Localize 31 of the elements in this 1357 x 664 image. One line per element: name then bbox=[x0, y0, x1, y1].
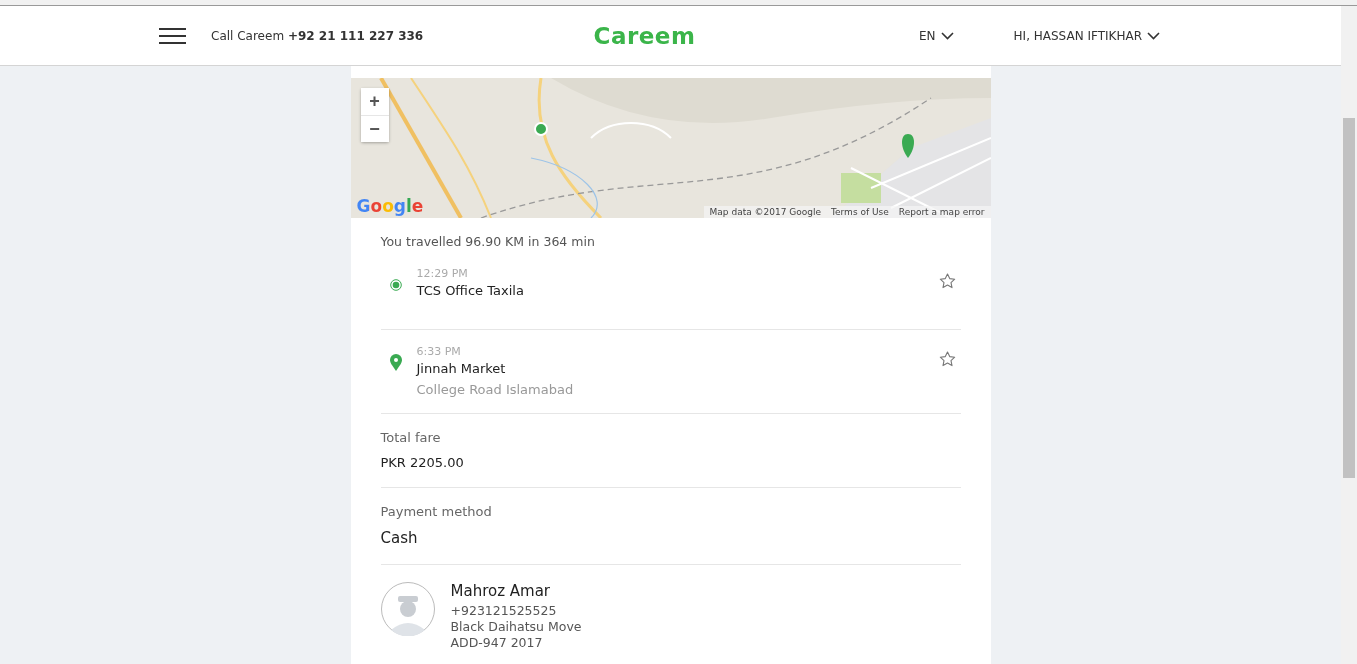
zoom-out-button[interactable]: − bbox=[360, 115, 389, 142]
chevron-down-icon bbox=[1147, 31, 1160, 40]
user-menu[interactable]: HI, HASSAN IFTIKHAR bbox=[1013, 28, 1160, 43]
map-link[interactable]: Terms of Use bbox=[831, 207, 889, 217]
language-dropdown[interactable]: EN bbox=[919, 28, 954, 43]
zoom-in-button[interactable]: + bbox=[360, 88, 389, 115]
payment-label: Payment method bbox=[380, 504, 493, 519]
fare-value: PKR 2205.00 bbox=[380, 455, 465, 470]
stop-time: 6:33 PM bbox=[416, 345, 462, 358]
trip-summary: You travelled 96.90 KM in 364 min bbox=[380, 234, 596, 249]
stop-address: College Road Islamabad bbox=[416, 382, 575, 397]
stop-name: Jinnah Market bbox=[416, 361, 507, 376]
stop-time: 12:29 PM bbox=[416, 267, 469, 280]
stop-name: TCS Office Taxila bbox=[416, 283, 525, 298]
pickup-dot-icon bbox=[389, 279, 402, 291]
driver-name: Mahroz Amar bbox=[450, 582, 552, 600]
call-label: Call Careem +92 21 111 227 336 bbox=[211, 28, 424, 43]
payment-value: Cash bbox=[380, 529, 419, 547]
map-link[interactable]: Report a map error bbox=[898, 207, 985, 217]
location-pin-icon bbox=[389, 354, 402, 371]
chevron-down-icon bbox=[940, 31, 954, 40]
menu-icon[interactable] bbox=[159, 27, 186, 44]
scrollbar-thumb[interactable] bbox=[1343, 118, 1355, 478]
car-plate: ADD-947 2017 bbox=[450, 635, 544, 650]
driver-phone: +923121525525 bbox=[450, 603, 558, 618]
driver-avatar bbox=[380, 582, 435, 636]
car-model: Black Daihatsu Move bbox=[450, 619, 582, 634]
star-icon[interactable] bbox=[938, 273, 956, 289]
fare-label: Total fare bbox=[380, 430, 442, 445]
star-icon[interactable] bbox=[938, 351, 956, 367]
map-attribution: Map data ©2017 Google bbox=[709, 207, 822, 217]
